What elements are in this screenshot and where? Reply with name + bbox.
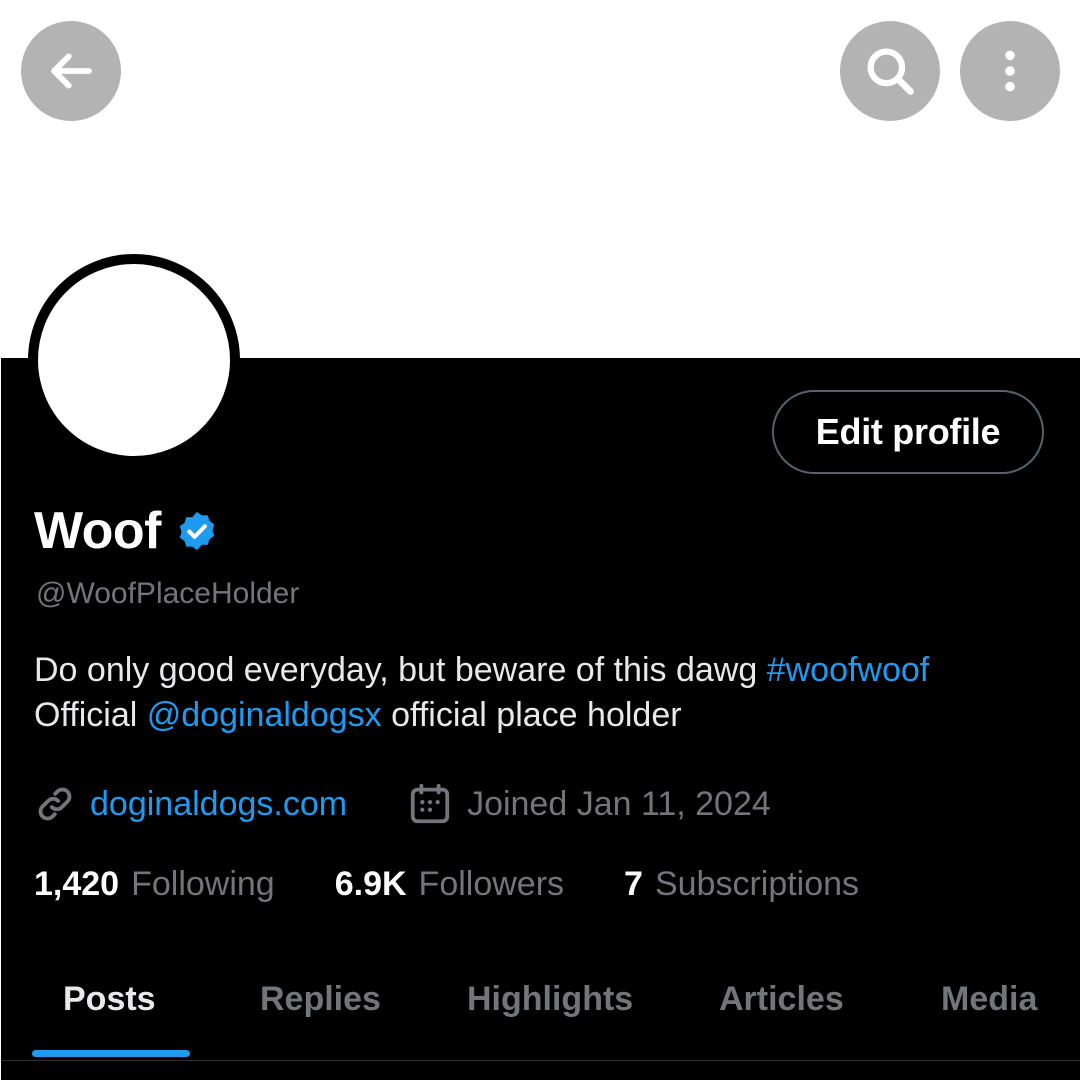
following-stat[interactable]: 1,420 Following (34, 865, 275, 904)
verified-badge-icon[interactable] (175, 509, 219, 553)
bio-text: official place holder (381, 696, 682, 734)
content-area (1, 1061, 1080, 1080)
bio-text: Official (34, 696, 147, 734)
subscriptions-count: 7 (624, 864, 643, 903)
joined-date: Joined Jan 11, 2024 (467, 784, 771, 823)
subscriptions-stat[interactable]: 7 Subscriptions (624, 865, 859, 904)
arrow-left-icon (51, 53, 92, 89)
link-icon (38, 787, 72, 821)
active-tab-indicator (32, 1050, 190, 1057)
tab-highlights[interactable]: Highlights (467, 980, 633, 1030)
more-vertical-icon (1005, 50, 1015, 92)
edit-profile-button[interactable]: Edit profile (772, 390, 1044, 474)
avatar[interactable] (28, 254, 240, 466)
profile-bio: Do only good everyday, but beware of thi… (34, 648, 1054, 738)
website-link[interactable]: doginaldogs.com (90, 785, 347, 824)
followers-label: Followers (418, 864, 565, 903)
more-options-button[interactable] (960, 21, 1060, 121)
website-item[interactable]: doginaldogs.com (34, 783, 347, 825)
mention-link[interactable]: @doginaldogsx (147, 696, 382, 734)
search-icon (867, 48, 914, 95)
bio-text: Do only good everyday, but beware of thi… (34, 651, 767, 689)
profile-meta: doginaldogs.com Joined Jan 11, 2024 (34, 778, 771, 830)
followers-stat[interactable]: 6.9K Followers (335, 865, 564, 904)
profile-handle: @WoofPlaceHolder (36, 577, 300, 610)
back-button[interactable] (21, 21, 121, 121)
display-name: Woof (34, 502, 161, 560)
following-count: 1,420 (34, 864, 120, 903)
subscriptions-label: Subscriptions (654, 864, 860, 903)
following-label: Following (131, 864, 275, 903)
profile-tabs: Posts Replies Highlights Articles Media (1, 960, 1080, 1061)
search-button[interactable] (840, 21, 940, 121)
tab-replies[interactable]: Replies (260, 980, 381, 1030)
tab-articles[interactable]: Articles (719, 980, 844, 1030)
name-row: Woof (34, 500, 219, 562)
profile-stats: 1,420 Following 6.9K Followers 7 Subscri… (34, 860, 859, 908)
hashtag-link[interactable]: #woofwoof (767, 651, 930, 689)
calendar-icon (410, 783, 450, 824)
profile-page: Edit profile Woof @WoofPlaceHolder Do on… (0, 0, 1081, 1081)
followers-count: 6.9K (334, 864, 407, 903)
joined-item: Joined Jan 11, 2024 (407, 781, 771, 827)
tab-media[interactable]: Media (941, 980, 1037, 1030)
tab-posts[interactable]: Posts (63, 980, 156, 1030)
